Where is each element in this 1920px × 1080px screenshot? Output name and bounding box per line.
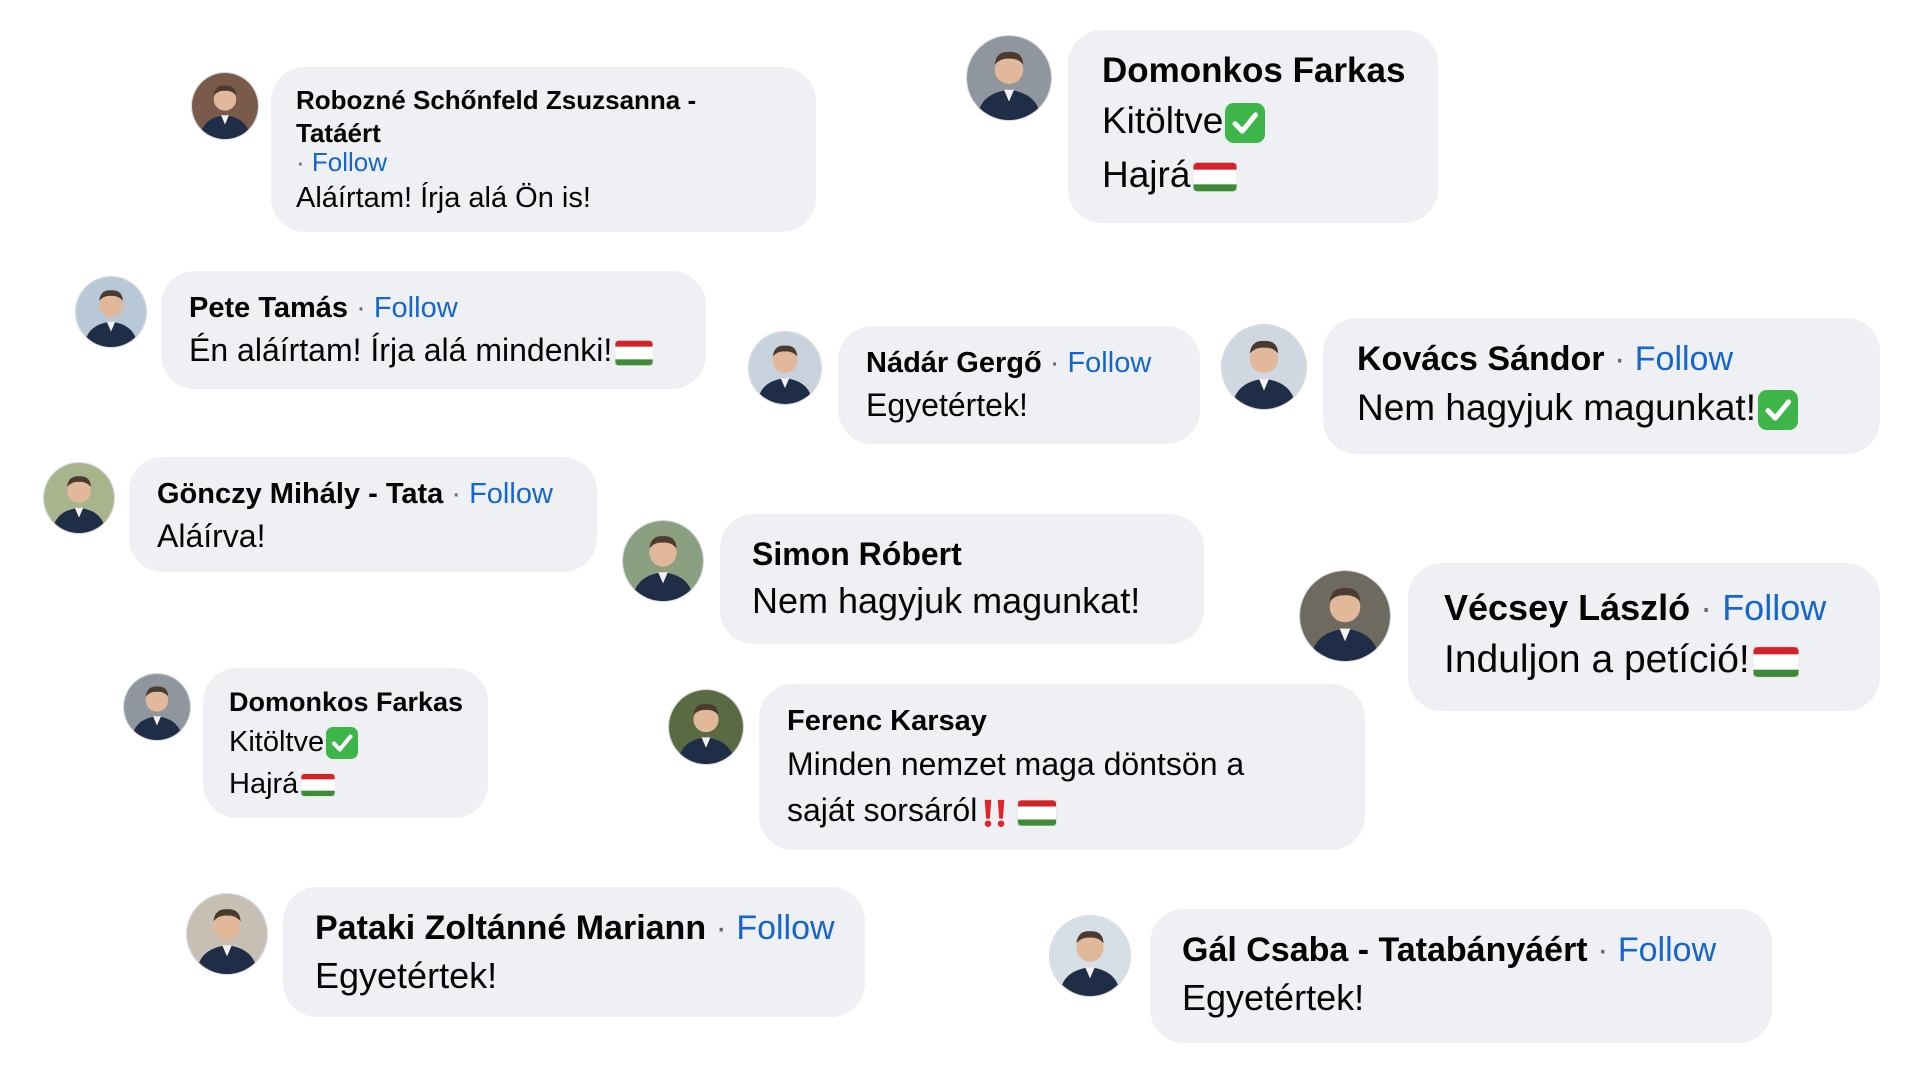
separator-dot: · bbox=[1597, 931, 1609, 969]
comment-text: Egyetértek! bbox=[315, 955, 498, 996]
comment-text: Minden nemzet maga döntsön a bbox=[787, 746, 1245, 782]
follow-link[interactable]: Follow bbox=[312, 147, 387, 177]
avatar[interactable] bbox=[622, 520, 704, 602]
hungarian-flag-icon bbox=[301, 773, 335, 797]
comment-text: Kitöltve bbox=[229, 726, 325, 758]
hungarian-flag-icon bbox=[1753, 646, 1799, 678]
follow-link[interactable]: Follow bbox=[736, 909, 834, 947]
comment-text: Egyetértek! bbox=[866, 387, 1028, 423]
follow-link[interactable]: Follow bbox=[374, 292, 458, 324]
comment-text: Hajrá bbox=[1102, 154, 1191, 195]
author-name[interactable]: Ferenc Karsay bbox=[787, 701, 1337, 741]
follow-link[interactable]: Follow bbox=[1722, 587, 1826, 628]
comment-text: Én aláírtam! Írja alá mindenki! bbox=[189, 332, 613, 368]
comment-text: saját sorsáról bbox=[787, 792, 978, 828]
avatar[interactable] bbox=[191, 72, 259, 140]
comment-text: Kitöltve bbox=[1102, 100, 1224, 141]
author-name[interactable]: Robozné Schőnfeld Zsuzsanna - Tatáért bbox=[296, 84, 736, 150]
hungarian-flag-icon bbox=[1017, 800, 1057, 826]
follow-link[interactable]: Follow bbox=[1067, 347, 1151, 379]
hungarian-flag-icon bbox=[615, 340, 653, 366]
avatar[interactable] bbox=[668, 689, 744, 765]
comment-text: Nem hagyjuk magunkat! bbox=[752, 580, 1141, 621]
avatar[interactable] bbox=[1049, 915, 1131, 997]
comment-bubble: Gönczy Mihály - Tata · Follow Aláírva! bbox=[129, 457, 597, 572]
comment-bubble: Pataki Zoltánné Mariann · Follow Egyetér… bbox=[283, 887, 865, 1017]
author-name[interactable]: Gál Csaba - Tatabányáért bbox=[1182, 931, 1588, 969]
author-name[interactable]: Gönczy Mihály - Tata bbox=[157, 478, 443, 510]
separator-dot: · bbox=[715, 909, 727, 947]
author-name[interactable]: Pataki Zoltánné Mariann bbox=[315, 909, 706, 947]
author-name[interactable]: Vécsey László bbox=[1444, 587, 1690, 628]
avatar[interactable] bbox=[123, 673, 191, 741]
double-exclamation-icon bbox=[981, 796, 1009, 830]
comment-bubble: Gál Csaba - Tatabányáért · Follow Egyeté… bbox=[1150, 909, 1772, 1043]
avatar[interactable] bbox=[75, 276, 147, 348]
comment-bubble: Pete Tamás · Follow Én aláírtam! Írja al… bbox=[161, 271, 706, 389]
separator-dot: · bbox=[1049, 347, 1060, 379]
separator-dot: · bbox=[451, 478, 462, 510]
comment-text: Induljon a petíció! bbox=[1444, 638, 1750, 681]
avatar[interactable] bbox=[1299, 570, 1391, 662]
comment-text: Aláírtam! Írja alá Ön is! bbox=[296, 182, 591, 214]
hungarian-flag-icon bbox=[1193, 162, 1237, 192]
avatar[interactable] bbox=[43, 462, 115, 534]
comment-text: Egyetértek! bbox=[1182, 977, 1365, 1018]
avatar[interactable] bbox=[1221, 324, 1307, 410]
check-emoji-icon bbox=[1758, 390, 1798, 430]
check-emoji-icon bbox=[326, 727, 358, 759]
comment-bubble: Robozné Schőnfeld Zsuzsanna - Tatáért · … bbox=[271, 67, 816, 232]
comment-text: Aláírva! bbox=[157, 518, 266, 554]
author-name[interactable]: Kovács Sándor bbox=[1357, 340, 1605, 378]
avatar[interactable] bbox=[966, 35, 1052, 121]
comment-text: Nem hagyjuk magunkat! bbox=[1357, 387, 1756, 428]
avatar[interactable] bbox=[186, 893, 268, 975]
comment-bubble: Kovács Sándor · Follow Nem hagyjuk magun… bbox=[1323, 318, 1880, 454]
author-name[interactable]: Pete Tamás bbox=[189, 292, 348, 324]
author-name[interactable]: Nádár Gergő bbox=[866, 347, 1042, 379]
author-name[interactable]: Simon Róbert bbox=[752, 532, 1172, 576]
comment-bubble: Domonkos Farkas Kitöltve Hajrá bbox=[1068, 30, 1438, 223]
avatar[interactable] bbox=[748, 331, 822, 405]
comment-bubble: Simon Róbert Nem hagyjuk magunkat! bbox=[720, 514, 1204, 644]
comment-bubble: Nádár Gergő · Follow Egyetértek! bbox=[838, 326, 1200, 444]
follow-link[interactable]: Follow bbox=[1618, 931, 1716, 969]
follow-link[interactable]: Follow bbox=[469, 478, 553, 510]
comment-text: Hajrá bbox=[229, 768, 299, 800]
separator-dot: · bbox=[296, 147, 305, 177]
separator-dot: · bbox=[1700, 587, 1713, 628]
author-name[interactable]: Domonkos Farkas bbox=[229, 683, 463, 721]
check-emoji-icon bbox=[1225, 103, 1265, 143]
separator-dot: · bbox=[1613, 340, 1626, 378]
separator-dot: · bbox=[356, 292, 366, 324]
comment-bubble: Domonkos Farkas Kitöltve Hajrá bbox=[203, 668, 488, 818]
comment-bubble: Vécsey László · Follow Induljon a petíci… bbox=[1408, 563, 1880, 711]
follow-link[interactable]: Follow bbox=[1635, 340, 1733, 378]
comment-bubble: Ferenc Karsay Minden nemzet maga döntsön… bbox=[759, 684, 1365, 850]
author-name[interactable]: Domonkos Farkas bbox=[1102, 48, 1405, 94]
